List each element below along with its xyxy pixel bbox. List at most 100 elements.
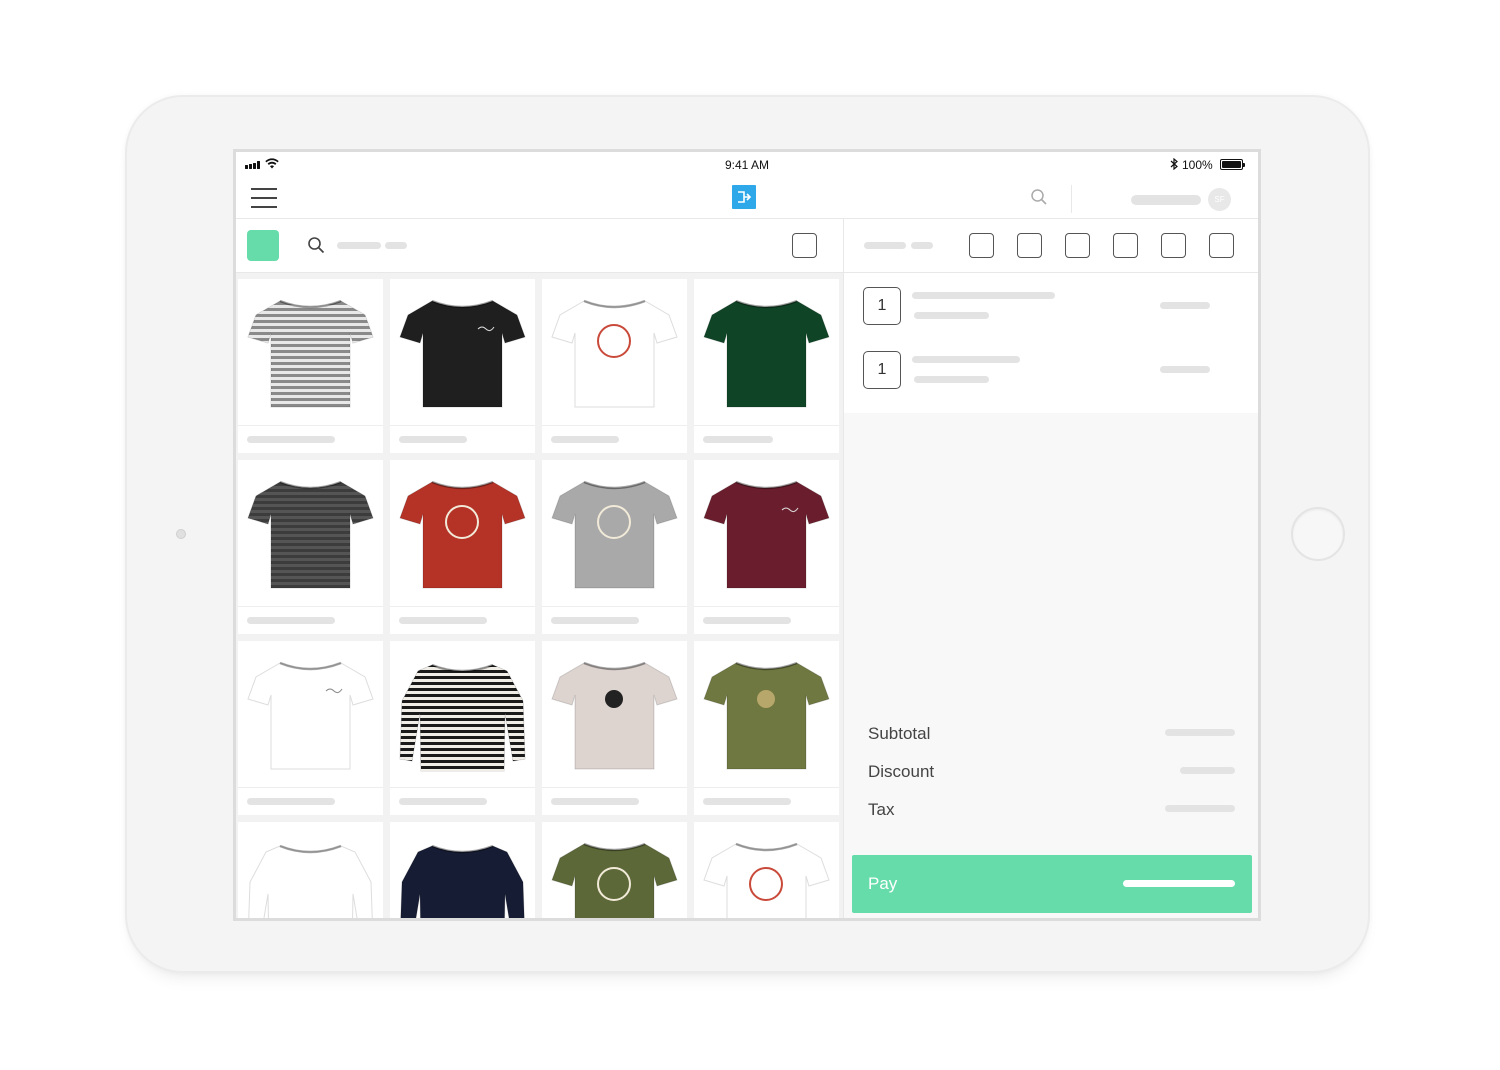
pos-logo-icon: [732, 185, 756, 209]
product-image: [247, 480, 374, 589]
screen: 9:41 AM 100% SF 1 1 Subtotal Discount Ta…: [233, 149, 1261, 921]
product-name-placeholder: [703, 617, 791, 624]
product-card[interactable]: [238, 822, 383, 918]
cart-action-button-6[interactable]: [1209, 233, 1234, 258]
pay-amount-placeholder: [1123, 880, 1235, 887]
product-card[interactable]: [390, 641, 535, 815]
product-name-placeholder: [551, 617, 639, 624]
card-divider: [238, 425, 383, 426]
status-time: 9:41 AM: [724, 158, 770, 172]
app-header: SF: [236, 176, 1258, 219]
item-price-placeholder: [1160, 366, 1210, 373]
product-name-placeholder: [247, 798, 335, 805]
cart-action-button-2[interactable]: [1017, 233, 1042, 258]
search-icon[interactable]: [307, 236, 326, 255]
product-image: [703, 480, 830, 589]
product-image: [703, 299, 830, 408]
product-card[interactable]: [390, 279, 535, 453]
product-card[interactable]: [542, 460, 687, 634]
product-name-placeholder: [247, 617, 335, 624]
product-card[interactable]: [694, 822, 839, 918]
subtotal-value-placeholder: [1165, 729, 1235, 736]
product-name-placeholder: [703, 436, 773, 443]
product-name-placeholder: [399, 617, 487, 624]
product-name-placeholder: [399, 798, 487, 805]
catalog-view-button[interactable]: [792, 233, 817, 258]
card-divider: [542, 787, 687, 788]
product-card[interactable]: [542, 279, 687, 453]
cart-line-items: 1 1: [844, 273, 1258, 413]
search-icon[interactable]: [1030, 188, 1048, 206]
pay-label: Pay: [868, 874, 898, 893]
cart-panel: 1 1 Subtotal Discount Tax Pay: [843, 219, 1258, 918]
camera-icon: [176, 529, 186, 539]
cart-action-button-5[interactable]: [1161, 233, 1186, 258]
quantity-box[interactable]: 1: [863, 287, 901, 325]
home-button[interactable]: [1291, 507, 1345, 561]
avatar[interactable]: SF: [1208, 188, 1231, 211]
product-card[interactable]: [694, 460, 839, 634]
product-image: [399, 663, 526, 772]
pay-button[interactable]: Pay: [852, 855, 1252, 913]
item-detail-placeholder: [914, 312, 989, 319]
product-card[interactable]: [542, 641, 687, 815]
product-grid: [236, 273, 843, 918]
product-card[interactable]: [238, 460, 383, 634]
card-divider: [694, 425, 839, 426]
quantity-box[interactable]: 1: [863, 351, 901, 389]
item-detail-placeholder: [914, 376, 989, 383]
product-image: [399, 299, 526, 408]
card-divider: [390, 606, 535, 607]
card-divider: [238, 787, 383, 788]
card-divider: [694, 787, 839, 788]
product-image: [247, 299, 374, 408]
catalog-toolbar: [236, 219, 843, 273]
tax-label: Tax: [868, 800, 895, 819]
cart-title-placeholder: [864, 242, 906, 249]
discount-label: Discount: [868, 762, 935, 781]
product-image: [551, 299, 678, 408]
product-image: [551, 842, 678, 918]
subtotal-label: Subtotal: [868, 724, 931, 743]
card-divider: [542, 606, 687, 607]
product-image: [248, 844, 373, 918]
product-card[interactable]: [694, 279, 839, 453]
product-name-placeholder: [399, 436, 467, 443]
product-image: [551, 480, 678, 589]
product-name-placeholder: [247, 436, 335, 443]
product-name-placeholder: [703, 798, 791, 805]
battery-icon: [1220, 159, 1245, 170]
product-card[interactable]: [390, 460, 535, 634]
card-divider: [542, 425, 687, 426]
card-divider: [694, 606, 839, 607]
product-card[interactable]: [694, 641, 839, 815]
cart-title-suffix: [911, 242, 933, 249]
tax-value-placeholder: [1165, 805, 1235, 812]
product-card[interactable]: [390, 822, 535, 918]
status-bar: 9:41 AM 100%: [236, 152, 1258, 176]
add-product-button[interactable]: [247, 230, 279, 261]
cart-action-button-4[interactable]: [1113, 233, 1138, 258]
cart-action-button-3[interactable]: [1065, 233, 1090, 258]
product-image: [551, 661, 678, 770]
product-card[interactable]: [542, 822, 687, 918]
bluetooth-icon: [1170, 158, 1178, 170]
cart-action-button-1[interactable]: [969, 233, 994, 258]
item-price-placeholder: [1160, 302, 1210, 309]
product-image: [703, 842, 830, 918]
product-image: [400, 844, 525, 918]
search-input[interactable]: [337, 242, 381, 249]
search-input-suffix: [385, 242, 407, 249]
user-name-placeholder[interactable]: [1131, 195, 1201, 205]
item-name-placeholder: [912, 356, 1020, 363]
product-image: [703, 661, 830, 770]
product-image: [247, 661, 374, 770]
discount-value-placeholder: [1180, 767, 1235, 774]
product-card[interactable]: [238, 641, 383, 815]
product-card[interactable]: [238, 279, 383, 453]
battery-percent: 100%: [1182, 158, 1213, 172]
item-name-placeholder: [912, 292, 1055, 299]
card-divider: [390, 425, 535, 426]
product-image: [399, 480, 526, 589]
hamburger-menu-icon[interactable]: [251, 188, 277, 208]
